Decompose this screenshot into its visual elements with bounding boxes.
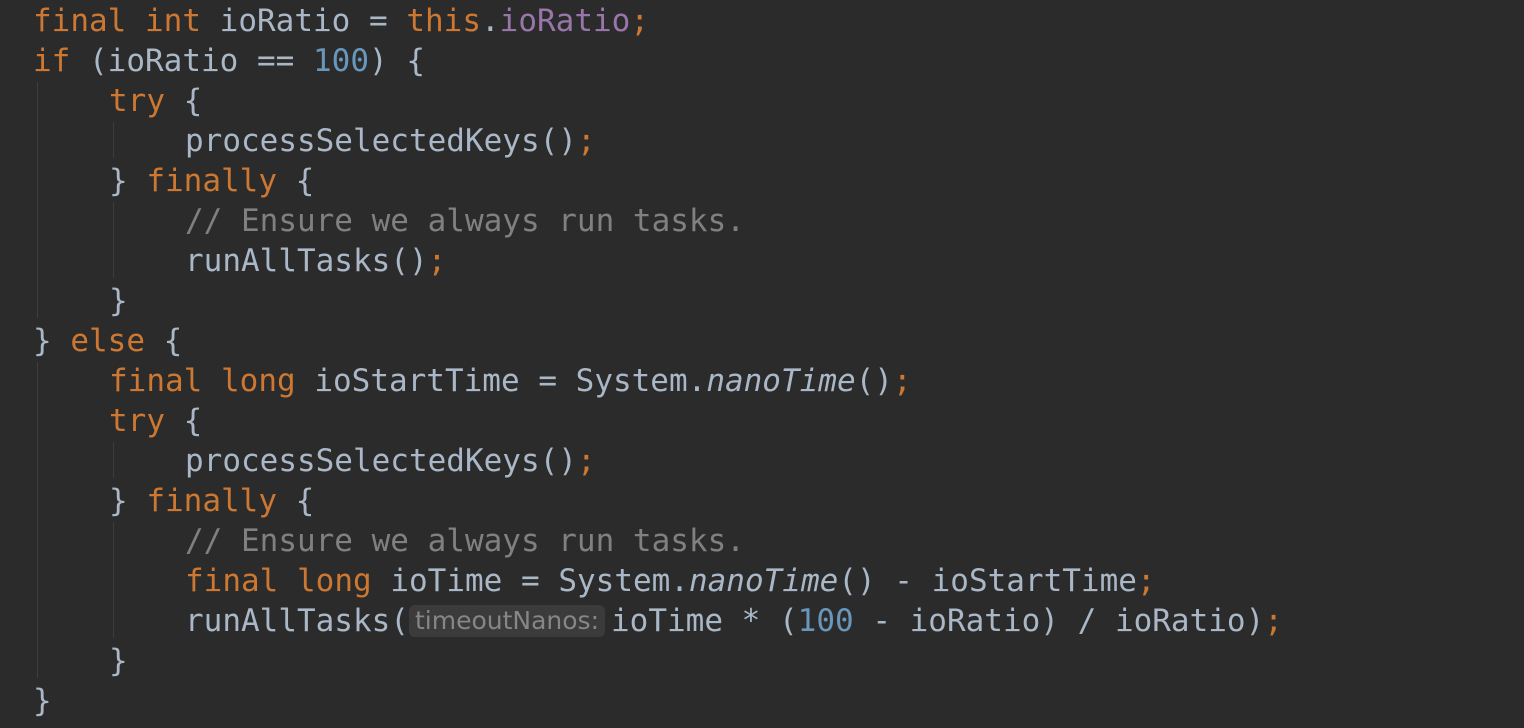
brace-close: } <box>109 483 128 519</box>
indent-guide <box>113 522 114 638</box>
code-line-12[interactable]: processSelectedKeys(); <box>185 441 596 481</box>
code-editor[interactable]: final int ioRatio = this.ioRatio; if (io… <box>0 0 1524 728</box>
brace-close: } <box>33 683 52 719</box>
code-line-18[interactable]: } <box>33 681 52 721</box>
indent-guide <box>37 82 38 318</box>
code-line-5[interactable]: } finally { <box>109 161 314 201</box>
method-call: runAllTasks( <box>185 603 409 639</box>
code-line-6[interactable]: // Ensure we always run tasks. <box>185 201 745 241</box>
paren-close: ) <box>369 43 388 79</box>
semicolon: ; <box>576 123 596 159</box>
identifier-ioRatio: ioRatio <box>107 43 239 79</box>
brace-close: } <box>109 643 128 679</box>
keyword-int: int <box>145 3 201 39</box>
static-method-nanoTime: nanoTime <box>706 363 856 399</box>
paren-open: ( <box>89 43 108 79</box>
operator-assign: = <box>520 563 540 599</box>
keyword-try: try <box>109 83 165 119</box>
class-system: System. <box>558 563 689 599</box>
number-literal: 100 <box>797 603 854 639</box>
identifier-ioStartTime: ioStartTime <box>314 363 520 399</box>
semicolon: ; <box>1264 603 1283 639</box>
keyword-this: this <box>406 3 481 39</box>
method-call: processSelectedKeys() <box>185 123 577 159</box>
semicolon: ; <box>427 243 447 279</box>
keyword-finally: finally <box>146 483 277 519</box>
code-line-17[interactable]: } <box>109 641 128 681</box>
code-line-14[interactable]: // Ensure we always run tasks. <box>185 521 745 561</box>
expression: - ioRatio) / ioRatio) <box>853 603 1265 639</box>
code-line-15[interactable]: final long ioTime = System.nanoTime() - … <box>185 561 1156 601</box>
brace-open: { <box>295 483 315 519</box>
keyword-if: if <box>33 43 71 79</box>
dot: . <box>481 3 500 39</box>
code-line-7[interactable]: runAllTasks(); <box>185 241 446 281</box>
code-line-2[interactable]: if (ioRatio == 100) { <box>33 41 425 81</box>
operator-assign: = <box>369 3 388 39</box>
brace-open: { <box>163 323 183 359</box>
brace-close: } <box>109 163 128 199</box>
brace-open: { <box>295 163 315 199</box>
keyword-final: final <box>33 3 127 39</box>
code-line-13[interactable]: } finally { <box>109 481 314 521</box>
keyword-final: final <box>185 563 279 599</box>
brace-close: } <box>109 283 128 319</box>
code-line-8[interactable]: } <box>109 281 128 321</box>
expression: ioTime * ( <box>611 603 798 639</box>
method-call: processSelectedKeys() <box>185 443 577 479</box>
parens: () <box>855 363 893 399</box>
code-line-11[interactable]: try { <box>109 401 202 441</box>
code-line-16[interactable]: runAllTasks(timeoutNanos: ioTime * (100 -… <box>185 601 1283 641</box>
brace-open: { <box>183 403 203 439</box>
identifier-ioTime: ioTime <box>390 563 503 599</box>
indent-guide <box>113 122 114 158</box>
class-system: System. <box>575 363 707 399</box>
brace-open: { <box>406 43 426 79</box>
comment: // Ensure we always run tasks. <box>185 523 745 559</box>
keyword-long: long <box>297 563 372 599</box>
code-line-10[interactable]: final long ioStartTime = System.nanoTime… <box>109 361 912 401</box>
semicolon: ; <box>892 363 912 399</box>
code-line-3[interactable]: try { <box>109 81 202 121</box>
operator-assign: = <box>538 363 557 399</box>
brace-open: { <box>183 83 203 119</box>
identifier-ioRatio: ioRatio <box>219 3 351 39</box>
semicolon: ; <box>1136 563 1156 599</box>
code-line-1[interactable]: final int ioRatio = this.ioRatio; <box>33 1 649 41</box>
keyword-try: try <box>109 403 165 439</box>
indent-guide <box>113 442 114 478</box>
static-method-nanoTime: nanoTime <box>688 563 839 599</box>
keyword-finally: finally <box>146 163 277 199</box>
keyword-long: long <box>221 363 296 399</box>
comment: // Ensure we always run tasks. <box>185 203 745 239</box>
method-call: runAllTasks() <box>185 243 428 279</box>
semicolon: ; <box>576 443 596 479</box>
code-line-9[interactable]: } else { <box>33 321 182 361</box>
indent-guide <box>37 362 38 678</box>
keyword-final: final <box>109 363 203 399</box>
expression: () - ioStartTime <box>838 563 1137 599</box>
brace-close: } <box>33 323 52 359</box>
operator-equals: == <box>257 43 295 79</box>
indent-guide <box>113 202 114 278</box>
code-line-4[interactable]: processSelectedKeys(); <box>185 121 596 161</box>
semicolon: ; <box>630 3 649 39</box>
field-ioRatio: ioRatio <box>499 3 631 39</box>
parameter-hint: timeoutNanos: <box>408 605 606 637</box>
number-literal: 100 <box>313 43 369 79</box>
keyword-else: else <box>70 323 145 359</box>
